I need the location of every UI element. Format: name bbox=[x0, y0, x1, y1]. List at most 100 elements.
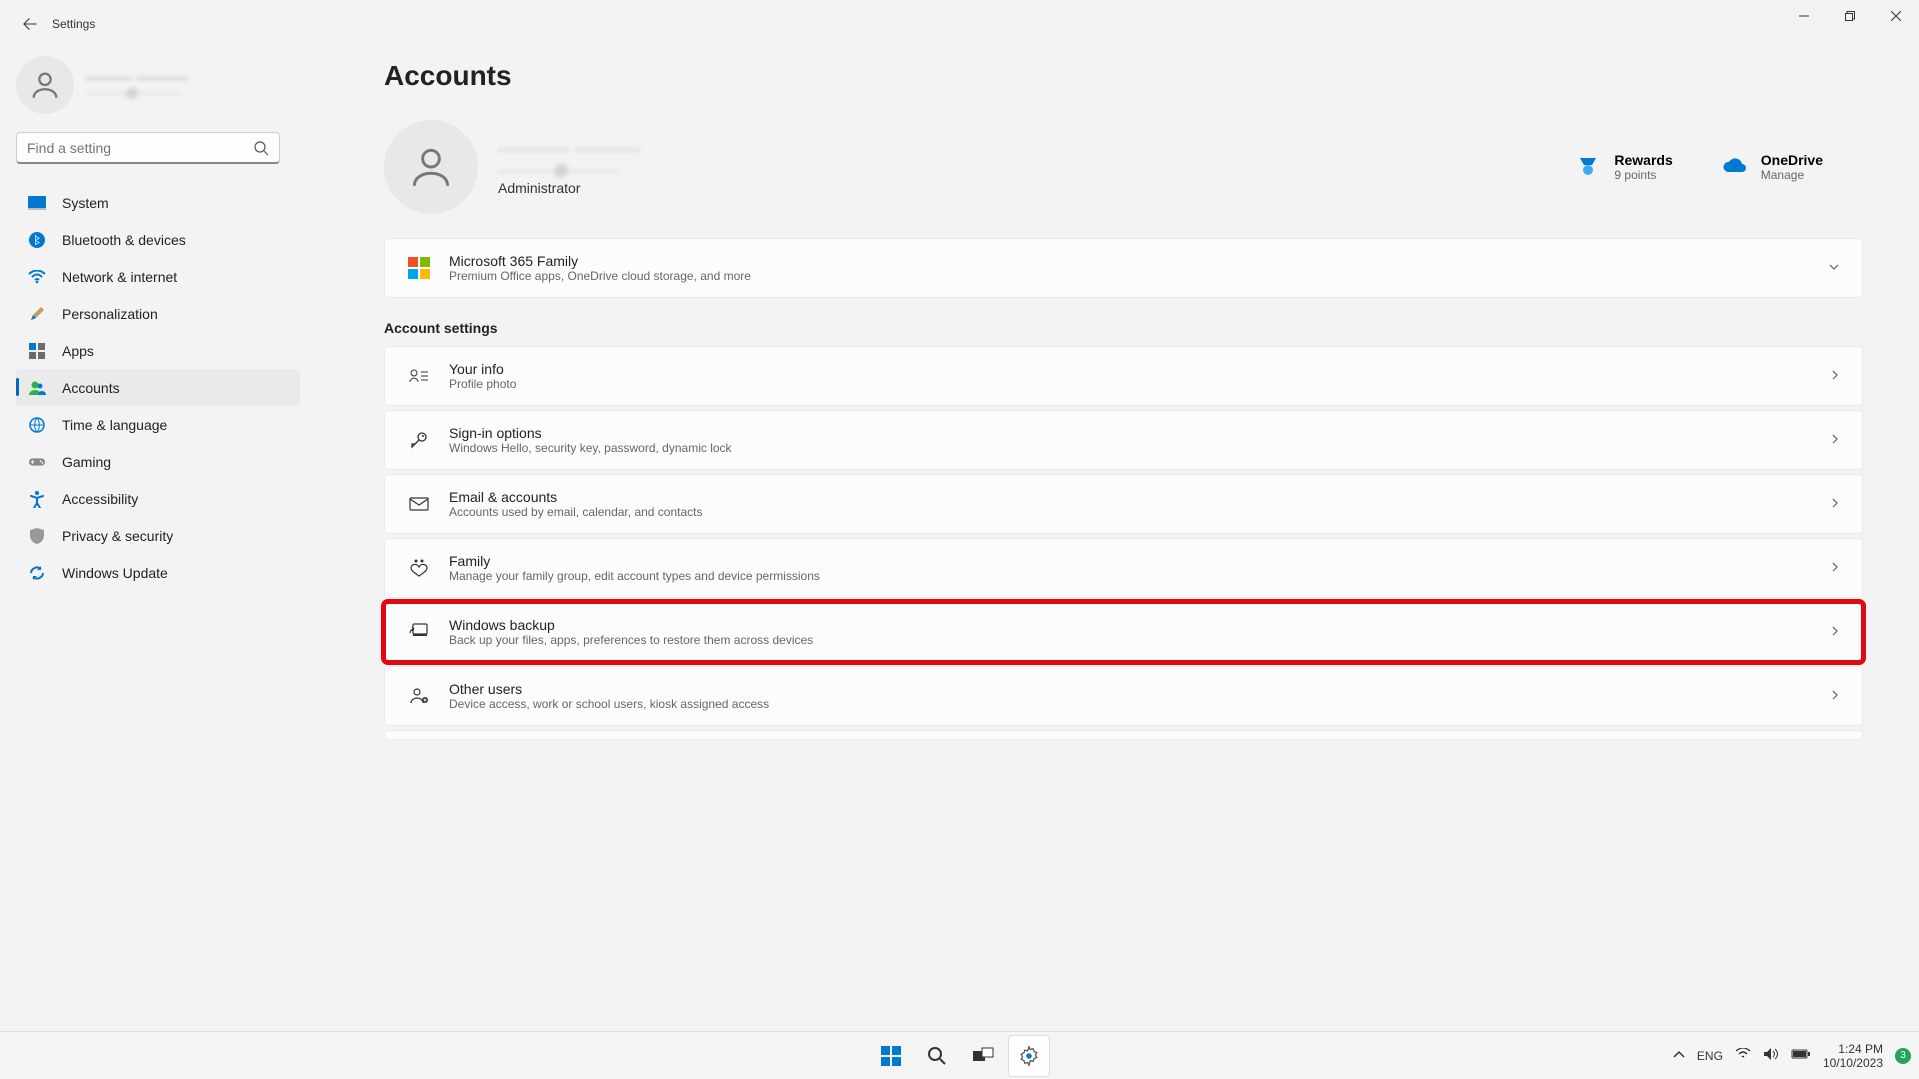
microsoft-icon bbox=[408, 257, 430, 279]
setting-other-users[interactable]: Other users Device access, work or schoo… bbox=[384, 666, 1863, 726]
rewards-tile[interactable]: Rewards 9 points bbox=[1574, 152, 1672, 182]
gear-icon bbox=[1018, 1045, 1040, 1067]
accounts-icon bbox=[28, 379, 46, 397]
shield-icon bbox=[28, 527, 46, 545]
gamepad-icon bbox=[28, 453, 46, 471]
chevron-down-icon bbox=[1828, 261, 1840, 276]
systray-expand[interactable] bbox=[1673, 1049, 1685, 1063]
windows-icon bbox=[880, 1045, 902, 1067]
onedrive-icon bbox=[1721, 153, 1749, 181]
card-sub: Accounts used by email, calendar, and co… bbox=[449, 505, 702, 519]
chevron-right-icon bbox=[1830, 625, 1840, 640]
card-title: Sign-in options bbox=[449, 425, 732, 441]
accessibility-icon bbox=[28, 490, 46, 508]
window-title: Settings bbox=[52, 17, 95, 31]
update-icon bbox=[28, 564, 46, 582]
page-title: Accounts bbox=[384, 60, 1863, 92]
start-button[interactable] bbox=[870, 1035, 912, 1077]
person-icon bbox=[406, 142, 456, 192]
back-button[interactable] bbox=[14, 8, 46, 40]
person-icon bbox=[28, 68, 62, 102]
avatar bbox=[16, 56, 74, 114]
setting-family[interactable]: Family Manage your family group, edit ac… bbox=[384, 538, 1863, 598]
nav-label: Accounts bbox=[62, 380, 120, 396]
nav-time-language[interactable]: Time & language bbox=[16, 406, 300, 443]
nav-system[interactable]: System bbox=[16, 184, 300, 221]
setting-your-info[interactable]: Your info Profile photo bbox=[384, 346, 1863, 406]
sidebar-user[interactable]: ·········· ··········· ··········@······… bbox=[16, 56, 300, 114]
taskbar-search[interactable] bbox=[916, 1035, 958, 1077]
nav-label: Network & internet bbox=[62, 269, 177, 285]
task-view[interactable] bbox=[962, 1035, 1004, 1077]
sidebar-user-email: ··········@··········· bbox=[86, 86, 188, 100]
setting-email-accounts[interactable]: Email & accounts Accounts used by email,… bbox=[384, 474, 1863, 534]
taskbar-settings[interactable] bbox=[1008, 1035, 1050, 1077]
onedrive-tile[interactable]: OneDrive Manage bbox=[1721, 152, 1823, 182]
nav-label: Apps bbox=[62, 343, 94, 359]
system-icon bbox=[28, 194, 46, 212]
setting-signin-options[interactable]: Sign-in options Windows Hello, security … bbox=[384, 410, 1863, 470]
paintbrush-icon bbox=[28, 305, 46, 323]
sidebar-user-name: ·········· ··········· bbox=[86, 70, 188, 86]
nav-label: Accessibility bbox=[62, 491, 138, 507]
nav-network[interactable]: Network & internet bbox=[16, 258, 300, 295]
person-card-icon bbox=[409, 368, 429, 384]
account-name: ············ ··········· bbox=[498, 139, 641, 160]
nav-gaming[interactable]: Gaming bbox=[16, 443, 300, 480]
systray-wifi-icon[interactable] bbox=[1735, 1048, 1751, 1063]
heart-people-icon bbox=[409, 559, 429, 577]
nav-privacy[interactable]: Privacy & security bbox=[16, 517, 300, 554]
setting-windows-backup[interactable]: Windows backup Back up your files, apps,… bbox=[384, 602, 1863, 662]
card-title: Email & accounts bbox=[449, 489, 702, 505]
account-role: Administrator bbox=[498, 180, 641, 196]
task-view-icon bbox=[972, 1047, 994, 1065]
search-input[interactable] bbox=[17, 140, 279, 156]
chevron-right-icon bbox=[1830, 433, 1840, 448]
card-sub: Manage your family group, edit account t… bbox=[449, 569, 820, 583]
systray-language[interactable]: ENG bbox=[1697, 1049, 1723, 1063]
onedrive-title: OneDrive bbox=[1761, 152, 1823, 168]
chevron-right-icon bbox=[1830, 497, 1840, 512]
card-title: Windows backup bbox=[449, 617, 813, 633]
search-box[interactable] bbox=[16, 132, 280, 164]
card-title: Your info bbox=[449, 361, 516, 377]
systray-clock[interactable]: 1:24 PM 10/10/2023 bbox=[1823, 1042, 1883, 1070]
card-title: Other users bbox=[449, 681, 769, 697]
nav-label: Bluetooth & devices bbox=[62, 232, 186, 248]
onedrive-sub: Manage bbox=[1761, 168, 1823, 182]
wifi-icon bbox=[28, 268, 46, 286]
person-add-icon bbox=[409, 687, 429, 705]
nav-label: Privacy & security bbox=[62, 528, 173, 544]
rewards-title: Rewards bbox=[1614, 152, 1672, 168]
setting-partial-next[interactable] bbox=[384, 730, 1863, 740]
nav-accounts[interactable]: Accounts bbox=[16, 369, 300, 406]
nav-label: Time & language bbox=[62, 417, 167, 433]
mail-icon bbox=[409, 497, 429, 511]
close-button[interactable] bbox=[1873, 0, 1919, 32]
globe-icon bbox=[28, 416, 46, 434]
ms365-sub: Premium Office apps, OneDrive cloud stor… bbox=[449, 269, 751, 283]
nav-personalization[interactable]: Personalization bbox=[16, 295, 300, 332]
clock-time: 1:24 PM bbox=[1823, 1042, 1883, 1056]
notification-badge[interactable]: 3 bbox=[1895, 1048, 1911, 1064]
minimize-button[interactable] bbox=[1781, 0, 1827, 32]
chevron-right-icon bbox=[1830, 689, 1840, 704]
systray-volume-icon[interactable] bbox=[1763, 1047, 1779, 1064]
maximize-icon bbox=[1845, 11, 1855, 21]
card-sub: Windows Hello, security key, password, d… bbox=[449, 441, 732, 455]
systray-battery-icon[interactable] bbox=[1791, 1048, 1811, 1063]
apps-icon bbox=[28, 342, 46, 360]
nav-label: Personalization bbox=[62, 306, 158, 322]
nav-accessibility[interactable]: Accessibility bbox=[16, 480, 300, 517]
rewards-sub: 9 points bbox=[1614, 168, 1672, 182]
card-sub: Profile photo bbox=[449, 377, 516, 391]
nav-bluetooth[interactable]: Bluetooth & devices bbox=[16, 221, 300, 258]
maximize-button[interactable] bbox=[1827, 0, 1873, 32]
card-sub: Device access, work or school users, kio… bbox=[449, 697, 769, 711]
nav-apps[interactable]: Apps bbox=[16, 332, 300, 369]
card-title: Family bbox=[449, 553, 820, 569]
search-icon bbox=[926, 1045, 948, 1067]
ms365-card[interactable]: Microsoft 365 Family Premium Office apps… bbox=[384, 238, 1863, 298]
back-arrow-icon bbox=[23, 17, 37, 31]
nav-update[interactable]: Windows Update bbox=[16, 554, 300, 591]
